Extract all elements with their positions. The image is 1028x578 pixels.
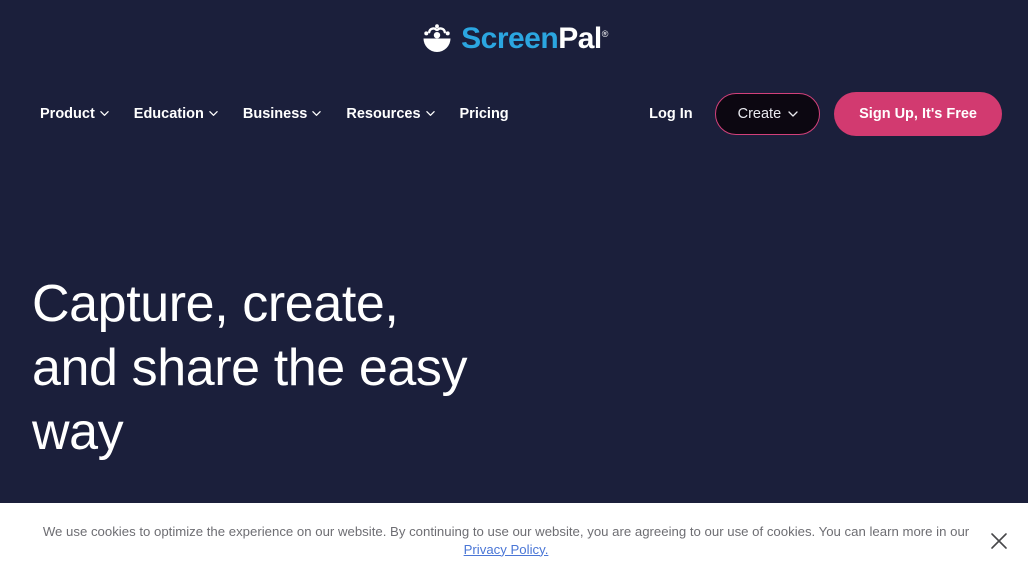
cookie-text-container: We use cookies to optimize the experienc… — [0, 523, 1028, 559]
nav-links: Product Education Business Resources Pri… — [40, 106, 509, 122]
create-button[interactable]: Create — [714, 93, 821, 135]
chevron-down-icon — [788, 109, 798, 118]
site-logo[interactable]: ScreenPal® — [420, 22, 608, 56]
site-header: ScreenPal® Product Education Business Re… — [0, 0, 1028, 150]
hero-headline-line-3: way — [32, 403, 124, 461]
signup-button[interactable]: Sign Up, It's Free — [834, 92, 1002, 136]
chevron-down-icon — [100, 109, 109, 118]
nav-item-product[interactable]: Product — [40, 106, 109, 122]
header-actions: Log In Create Sign Up, It's Free — [649, 92, 1002, 136]
chevron-down-icon — [209, 109, 218, 118]
nav-item-label: Business — [242, 106, 308, 122]
nav-item-resources[interactable]: Resources — [346, 106, 435, 122]
chevron-down-icon — [425, 109, 435, 118]
logo-text-screen: Screen — [461, 22, 559, 55]
hero-headline: Capture, create, and share the easy way — [32, 272, 468, 464]
cookie-message: We use cookies to optimize the experienc… — [42, 523, 970, 539]
logo-trademark: ® — [601, 29, 609, 39]
privacy-policy-link[interactable]: Privacy Policy. — [464, 542, 549, 557]
main-navigation: Product Education Business Resources Pri… — [0, 78, 1028, 150]
nav-item-label: Resources — [346, 106, 421, 122]
logo-wordmark: ScreenPal® — [461, 24, 608, 54]
logo-text-pal: Pal — [558, 22, 602, 55]
close-icon[interactable] — [984, 526, 1014, 556]
nav-item-label: Education — [133, 106, 204, 122]
cookie-consent-banner: We use cookies to optimize the experienc… — [0, 503, 1028, 578]
screenpal-smiley-logo-icon — [420, 22, 454, 56]
hero-headline-line-1: Capture, create, — [32, 275, 399, 333]
hero-headline-line-2: and share the easy — [32, 339, 468, 397]
login-link[interactable]: Log In — [649, 106, 693, 122]
nav-item-business[interactable]: Business — [242, 106, 322, 122]
nav-item-pricing[interactable]: Pricing — [460, 106, 509, 122]
create-button-label: Create — [737, 106, 782, 122]
nav-item-label: Pricing — [459, 106, 509, 122]
chevron-down-icon — [312, 109, 322, 118]
nav-item-education[interactable]: Education — [134, 106, 218, 122]
logo-row: ScreenPal® — [0, 0, 1028, 78]
nav-item-label: Product — [40, 106, 95, 122]
screenpal-homepage: ScreenPal® Product Education Business Re… — [0, 0, 1028, 578]
